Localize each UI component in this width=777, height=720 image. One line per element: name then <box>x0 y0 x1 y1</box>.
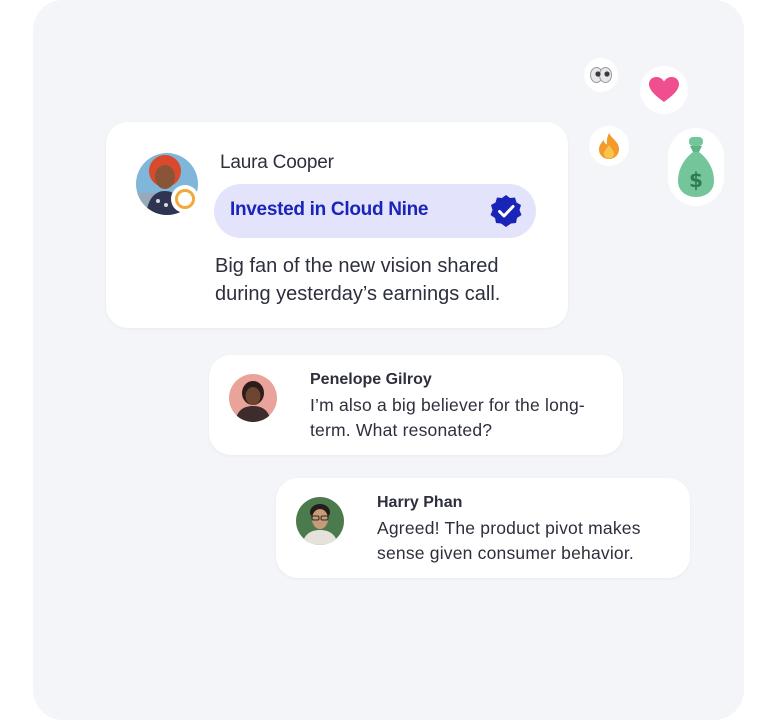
investment-badge[interactable]: Invested in Cloud Nine <box>214 184 536 238</box>
post-message: Big fan of the new vision shared during … <box>215 255 501 305</box>
main-post-card: Laura Cooper Invested in Cloud Nine Big … <box>106 122 568 328</box>
reply-author-name: Penelope Gilroy <box>310 371 432 388</box>
fire-icon <box>599 133 619 159</box>
reply-card: Harry Phan Agreed! The product pivot mak… <box>276 478 690 578</box>
fire-reaction[interactable] <box>589 126 629 166</box>
eyes-icon <box>590 67 612 83</box>
verified-check-icon <box>489 194 523 228</box>
svg-text:$: $ <box>689 168 703 192</box>
reply-card: Penelope Gilroy I’m also a big believer … <box>209 355 623 455</box>
reply-message: I’m also a big believer for the long-ter… <box>310 395 585 440</box>
status-ring-icon <box>171 185 199 213</box>
harry-phan-avatar[interactable] <box>296 497 344 545</box>
money-bag-reaction[interactable]: $ <box>668 128 724 206</box>
eyes-reaction[interactable] <box>584 58 618 92</box>
heart-reaction[interactable] <box>640 66 688 114</box>
heart-icon <box>649 77 679 102</box>
laura-cooper-avatar[interactable] <box>136 153 199 215</box>
penelope-gilroy-avatar[interactable] <box>229 374 277 422</box>
reply-author-name: Harry Phan <box>377 494 463 511</box>
investment-badge-label: Invested in Cloud Nine <box>230 199 429 220</box>
money-bag-icon: $ <box>678 137 714 197</box>
reply-message: Agreed! The product pivot makes sense gi… <box>377 518 641 563</box>
post-author-name: Laura Cooper <box>220 152 334 173</box>
